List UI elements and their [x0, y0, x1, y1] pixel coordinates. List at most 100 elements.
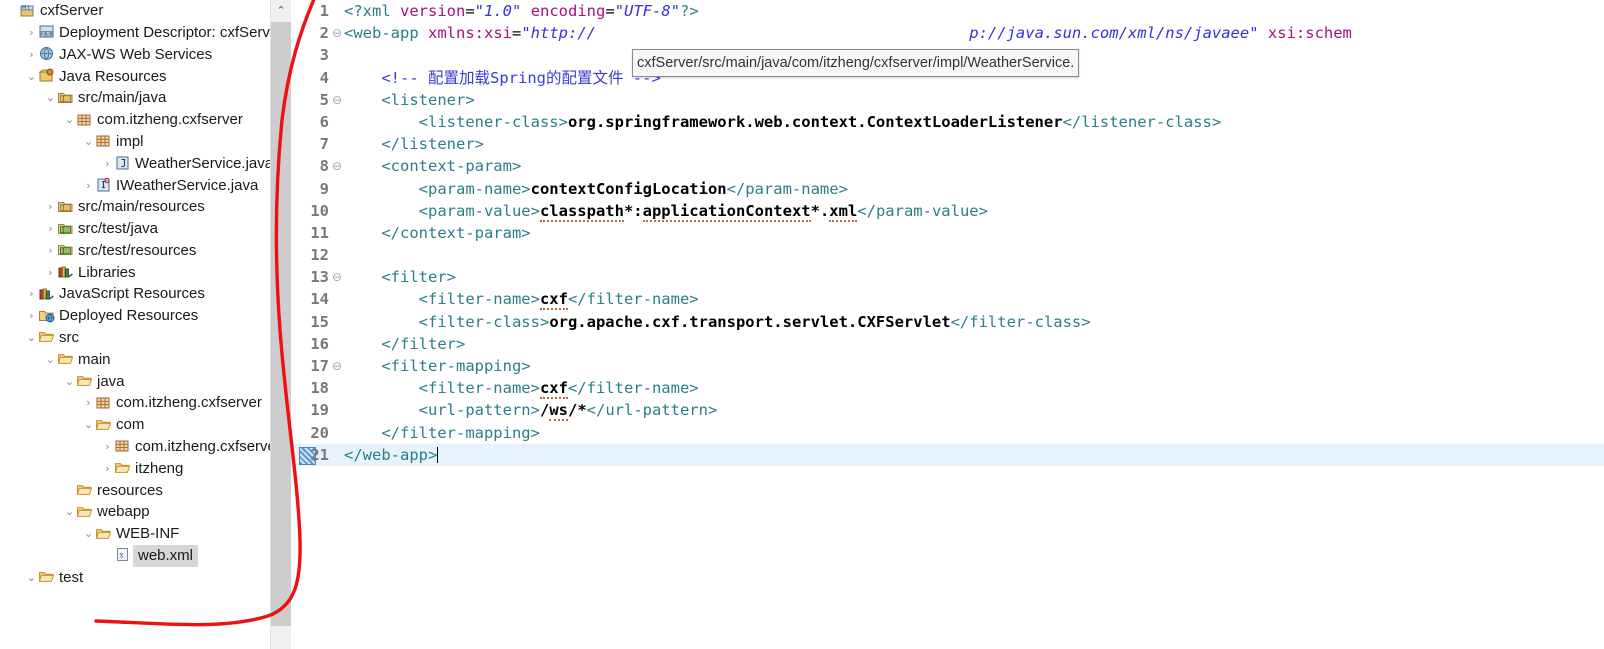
- expand-arrow-right-icon[interactable]: ›: [82, 175, 95, 197]
- expand-arrow-down-icon[interactable]: ⌄: [25, 567, 38, 589]
- tree-item-com-itzheng-cxfserver[interactable]: › com.itzheng.cxfserver: [0, 392, 270, 414]
- tree-item-src-test-java[interactable]: › Jsrc/test/java: [0, 218, 270, 240]
- tree-item-iweatherservice-java[interactable]: › IWeatherService.java: [0, 174, 270, 196]
- expand-arrow-down-icon[interactable]: ⌄: [82, 414, 95, 436]
- tree-item-test[interactable]: ⌄ test: [0, 567, 270, 589]
- expand-arrow-right-icon[interactable]: ›: [44, 196, 57, 218]
- tree-item-com-itzheng-cxfserver[interactable]: › com.itzheng.cxfserver: [0, 436, 270, 458]
- tree-item-javascript-resources[interactable]: › JavaScript Resources: [0, 283, 270, 305]
- code-line[interactable]: 21 </web-app>: [291, 443, 1604, 466]
- tree-item-impl[interactable]: ⌄ impl: [0, 131, 270, 153]
- code-token: ws: [549, 401, 568, 422]
- expand-arrow-right-icon[interactable]: ›: [25, 44, 38, 66]
- code-line[interactable]: 5 ⊖ <listener>: [291, 89, 1604, 111]
- scrollbar-thumb[interactable]: [271, 22, 291, 626]
- code-line[interactable]: 11 </context-param>: [291, 222, 1604, 244]
- code-token: <listener>: [344, 90, 475, 109]
- tree-item-com-itzheng-cxfserver[interactable]: ⌄ com.itzheng.cxfserver: [0, 109, 270, 131]
- tree-item-jax-ws-web-services[interactable]: › JAX-WS Web Services: [0, 44, 270, 66]
- expand-arrow-down-icon[interactable]: ⌄: [63, 109, 76, 131]
- xml-code-editor[interactable]: 1 <?xml version="1.0" encoding="UTF-8"?> 2…: [291, 0, 1604, 649]
- tree-item-web-xml[interactable]: › x web.xml: [0, 545, 270, 567]
- code-text: <param-name>contextConfigLocation</param…: [344, 178, 848, 200]
- code-line[interactable]: 18 <filter-name>cxf</filter-name>: [291, 377, 1604, 400]
- code-token: classpath: [539, 201, 624, 222]
- code-token: org.apache.cxf.transport.servlet.CXFServ…: [549, 312, 951, 331]
- code-text: <listener-class>org.springframework.web.…: [344, 111, 1222, 133]
- code-fold-toggle-icon[interactable]: ⊖: [331, 355, 343, 377]
- expand-arrow-down-icon[interactable]: ⌄: [44, 349, 57, 371]
- tree-item-label: com.itzheng.cxfserver: [116, 394, 262, 412]
- expand-arrow-down-icon[interactable]: ⌄: [44, 87, 57, 109]
- code-token: applicationContext: [642, 201, 811, 222]
- code-fold-toggle-icon[interactable]: ⊖: [331, 89, 343, 111]
- code-line[interactable]: 8 ⊖ <context-param>: [291, 155, 1604, 177]
- expand-arrow-right-icon[interactable]: ›: [82, 392, 95, 414]
- tree-item-label: itzheng: [135, 459, 184, 477]
- code-line[interactable]: 14 <filter-name>cxf</filter-name>: [291, 288, 1604, 311]
- tree-item-libraries[interactable]: › Libraries: [0, 262, 270, 284]
- tree-item-src-test-resources[interactable]: › Jsrc/test/resources: [0, 240, 270, 262]
- code-line[interactable]: 16 </filter>: [291, 333, 1604, 355]
- tree-item-cxfserver[interactable]: ›M J cxfServer: [0, 0, 270, 22]
- code-fold-toggle-icon[interactable]: ⊖: [331, 155, 343, 177]
- tree-item-deployed-resources[interactable]: › Deployed Resources: [0, 305, 270, 327]
- tree-item-java[interactable]: ⌄ java: [0, 371, 270, 393]
- expand-arrow-down-icon[interactable]: ⌄: [25, 327, 38, 349]
- code-line[interactable]: 20 </filter-mapping>: [291, 422, 1604, 444]
- tree-item-java-resources[interactable]: ⌄ Java Resources: [0, 65, 270, 87]
- code-text: </context-param>: [344, 222, 530, 244]
- code-line[interactable]: 2 ⊖ <web-app xmlns:xsi="http:// p://java.s…: [291, 22, 1604, 44]
- tree-item-label: web.xml: [133, 545, 199, 567]
- tree-item-src[interactable]: ⌄ src: [0, 327, 270, 349]
- expand-arrow-down-icon[interactable]: ⌄: [82, 131, 95, 153]
- code-token: <?xml: [344, 2, 400, 20]
- code-line[interactable]: 6 <listener-class>org.springframework.we…: [291, 111, 1604, 133]
- tree-item-itzheng[interactable]: › itzheng: [0, 458, 270, 480]
- scroll-up-arrow-icon[interactable]: ⌃: [271, 0, 291, 22]
- expand-arrow-right-icon[interactable]: ›: [25, 283, 38, 305]
- tree-item-src-main-resources[interactable]: › Jsrc/main/resources: [0, 196, 270, 218]
- code-line[interactable]: 1 <?xml version="1.0" encoding="UTF-8"?>: [291, 0, 1604, 22]
- tree-item-web-inf[interactable]: ⌄ WEB-INF: [0, 523, 270, 545]
- expand-arrow-right-icon[interactable]: ›: [101, 436, 114, 458]
- expand-arrow-right-icon[interactable]: ›: [25, 305, 38, 327]
- tree-item-label: impl: [116, 132, 144, 150]
- project-icon: M J: [19, 3, 36, 18]
- tree-item-deployment-descriptor-cxfserve[interactable]: › 2.5 Deployment Descriptor: cxfServe: [0, 22, 270, 44]
- expand-arrow-down-icon[interactable]: ⌄: [82, 523, 95, 545]
- code-line[interactable]: 17 ⊖ <filter-mapping>: [291, 355, 1604, 377]
- code-line[interactable]: 12: [291, 244, 1604, 266]
- tree-item-resources[interactable]: › resources: [0, 480, 270, 502]
- expand-arrow-right-icon[interactable]: ›: [44, 218, 57, 240]
- code-fold-toggle-icon[interactable]: ⊖: [331, 22, 343, 44]
- tree-item-com[interactable]: ⌄ com: [0, 414, 270, 436]
- expand-arrow-right-icon[interactable]: ›: [101, 153, 114, 175]
- code-line[interactable]: 7 </listener>: [291, 133, 1604, 155]
- code-line[interactable]: 15 <filter-class>org.apache.cxf.transpor…: [291, 311, 1604, 333]
- tree-item-webapp[interactable]: ⌄ webapp: [0, 501, 270, 523]
- code-token: /: [539, 401, 550, 420]
- code-token: </filter>: [344, 334, 466, 353]
- code-token: <context-param>: [344, 157, 522, 176]
- expand-arrow-down-icon[interactable]: ⌄: [25, 66, 38, 88]
- expand-arrow-down-icon[interactable]: ⌄: [63, 371, 76, 393]
- code-token: <listener-class>: [344, 112, 568, 131]
- expand-arrow-right-icon[interactable]: ›: [101, 458, 114, 480]
- expand-arrow-down-icon[interactable]: ⌄: [63, 501, 76, 523]
- code-line[interactable]: 10 <param-value>classpath*:applicationCo…: [291, 200, 1604, 222]
- tree-item-weatherservice-java[interactable]: › WeatherService.java: [0, 153, 270, 175]
- code-fold-toggle-icon[interactable]: ⊖: [331, 266, 343, 288]
- explorer-vertical-scrollbar[interactable]: ⌃: [270, 0, 291, 649]
- expand-arrow-right-icon[interactable]: ›: [44, 262, 57, 284]
- code-line[interactable]: 19 <url-pattern>/ws/*</url-pattern>: [291, 399, 1604, 422]
- tree-item-main[interactable]: ⌄ main: [0, 349, 270, 371]
- tree-item-label: com.itzheng.cxfserver: [97, 111, 243, 129]
- code-line[interactable]: 13 ⊖ <filter>: [291, 266, 1604, 288]
- code-line[interactable]: 9 <param-name>contextConfigLocation</par…: [291, 178, 1604, 200]
- line-number: 13: [310, 268, 329, 287]
- expand-arrow-right-icon[interactable]: ›: [25, 22, 38, 44]
- tree-item-src-main-java[interactable]: ⌄ Jsrc/main/java: [0, 87, 270, 109]
- expand-arrow-right-icon[interactable]: ›: [44, 240, 57, 262]
- project-explorer-tree[interactable]: ›M JcxfServer›2.5Deployment Descriptor: …: [0, 0, 270, 649]
